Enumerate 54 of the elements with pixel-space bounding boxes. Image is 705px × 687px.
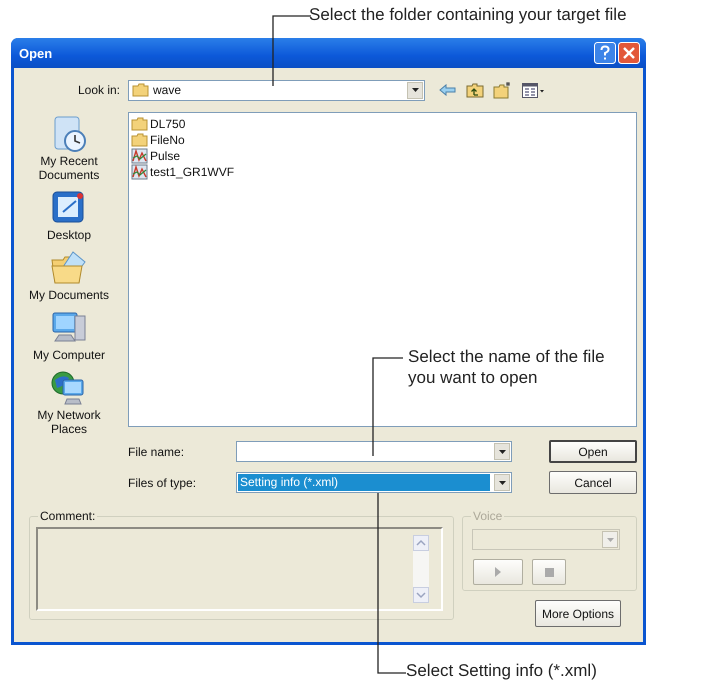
stop-button[interactable] <box>532 559 566 585</box>
file-item[interactable]: DL750 <box>131 116 634 132</box>
annotation-text: Select the folder containing your target file <box>309 5 627 24</box>
scrollbar[interactable] <box>413 535 429 603</box>
file-name-text: DL750 <box>150 117 186 131</box>
new-folder-icon[interactable] <box>493 81 513 99</box>
place-label: My Computer <box>32 348 106 362</box>
look-in-value: wave <box>153 83 182 97</box>
open-button[interactable]: Open <box>549 440 637 463</box>
place-label: My Documents <box>28 288 110 302</box>
scroll-up-icon[interactable] <box>413 535 429 551</box>
files-of-type-value: Setting info (*.xml) <box>238 474 490 491</box>
up-folder-icon[interactable] <box>466 82 484 98</box>
place-label: My Network Places <box>36 408 102 436</box>
annotation-text: Select Setting info (*.xml) <box>406 661 597 680</box>
comment-field[interactable] <box>36 527 443 611</box>
place-item[interactable]: My Documents <box>21 248 117 302</box>
file-name-text: Pulse <box>150 149 180 163</box>
files-of-type-label: Files of type: <box>128 476 198 490</box>
file-name-text: FileNo <box>150 133 185 147</box>
help-icon[interactable] <box>594 42 616 64</box>
files-of-type-dropdown[interactable]: Setting info (*.xml) <box>236 472 512 493</box>
place-item[interactable]: My Computer <box>21 308 117 362</box>
file-item[interactable]: Pulse <box>131 148 634 164</box>
window-title: Open <box>19 46 54 60</box>
folder-icon <box>131 117 148 131</box>
cancel-button[interactable]: Cancel <box>549 471 637 494</box>
file-item[interactable]: test1_GR1WVF <box>131 164 634 180</box>
play-icon <box>495 567 501 577</box>
close-icon[interactable] <box>618 42 640 64</box>
file-name-field[interactable] <box>236 441 512 462</box>
place-item[interactable]: My Network Places <box>21 368 117 436</box>
voice-label: Voice <box>471 509 504 523</box>
play-button[interactable] <box>473 559 523 585</box>
file-name-text: test1_GR1WVF <box>150 165 234 179</box>
scroll-down-icon[interactable] <box>413 587 429 603</box>
place-label: Desktop <box>46 228 92 242</box>
waveform-file-icon <box>131 164 148 180</box>
folder-icon <box>131 133 148 147</box>
folder-icon <box>132 83 149 97</box>
file-name-label: File name: <box>128 444 186 458</box>
file-item[interactable]: FileNo <box>131 132 634 148</box>
back-arrow-icon[interactable] <box>439 83 457 97</box>
waveform-file-icon <box>131 148 148 164</box>
place-item[interactable]: My Recent Documents <box>21 114 117 182</box>
annotation-text: Select the name of the file you want to open <box>408 346 606 388</box>
comment-label: Comment: <box>38 509 98 523</box>
more-options-button[interactable]: More Options <box>534 600 621 627</box>
look-in-label: Look in: <box>76 83 121 97</box>
place-item[interactable]: Desktop <box>21 188 117 242</box>
place-label: My Recent Documents <box>38 154 100 182</box>
views-menu-icon[interactable] <box>522 82 546 98</box>
stop-icon <box>544 568 554 576</box>
look-in-dropdown[interactable]: wave <box>128 80 425 100</box>
